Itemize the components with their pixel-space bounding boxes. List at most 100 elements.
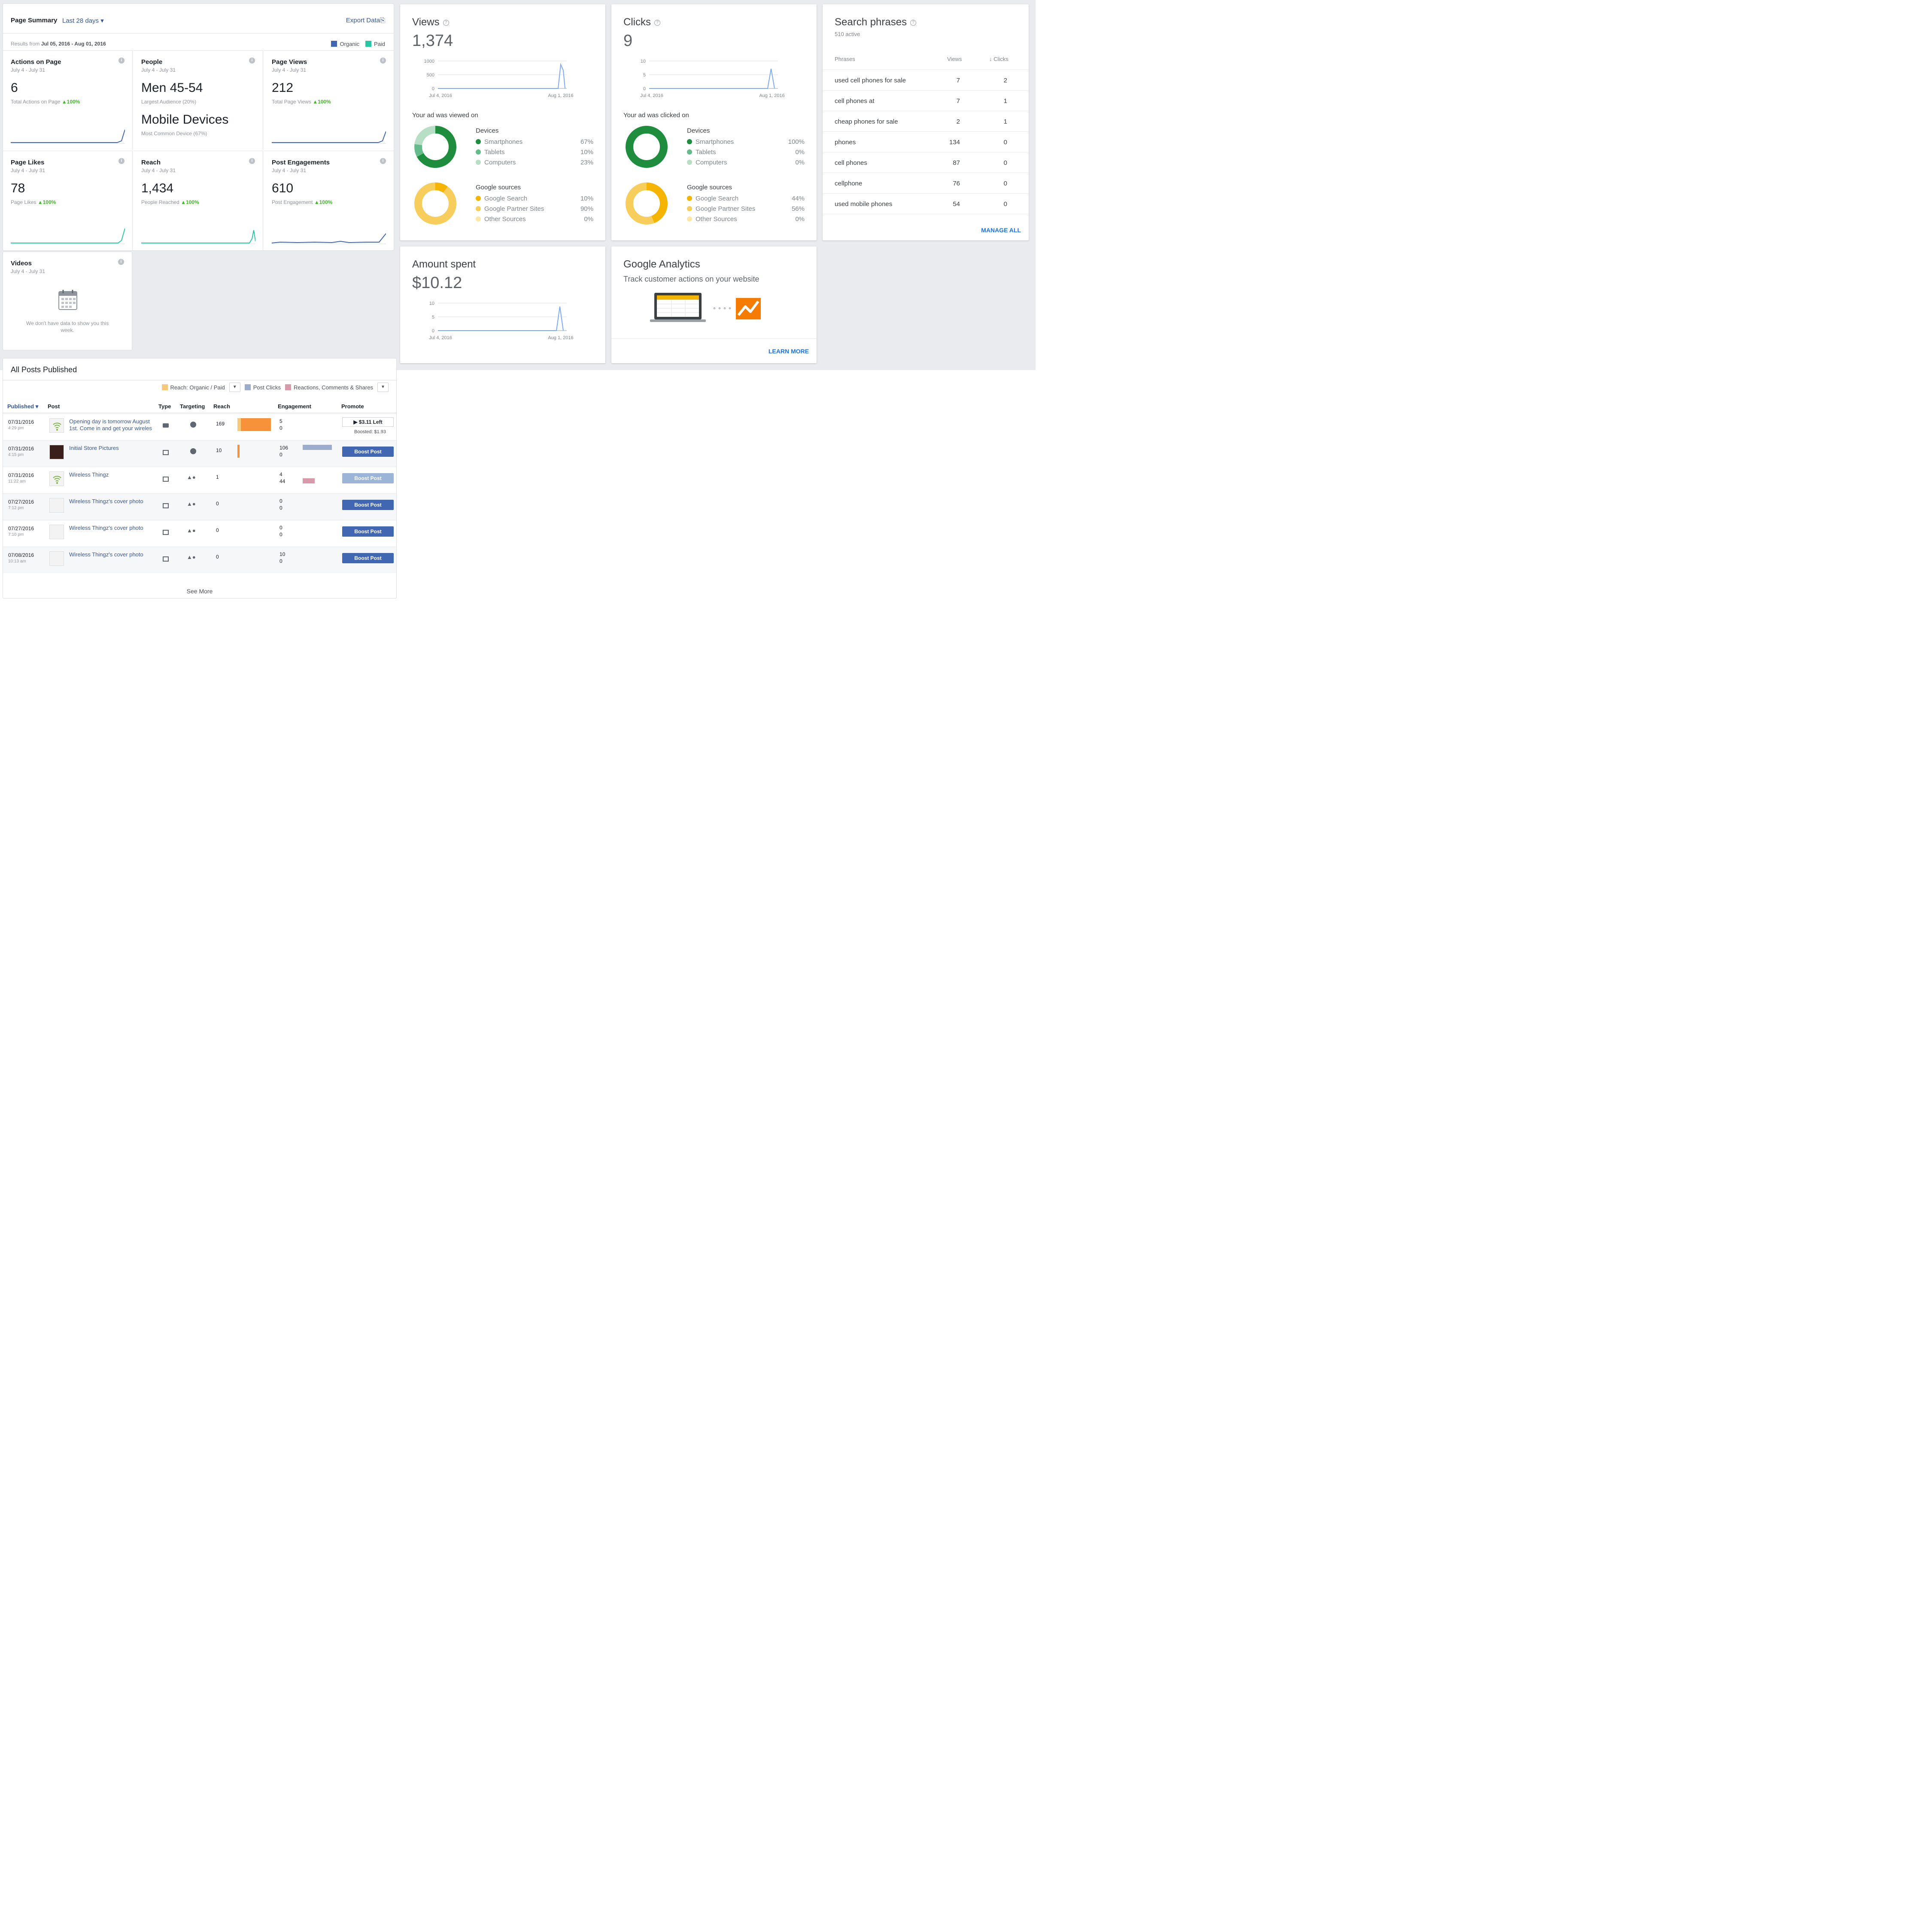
tile-page-likes[interactable]: Page Likes July 4 - July 31 i 78 Page Li…: [3, 151, 133, 250]
boost-post-button[interactable]: Boost Post: [342, 526, 394, 537]
info-icon[interactable]: i: [249, 58, 255, 64]
col-phrases: Phrases: [835, 56, 855, 62]
tile-videos[interactable]: Videos July 4 - July 31 i We don't have …: [3, 252, 132, 350]
legend-google-search: Google Search: [687, 195, 738, 202]
help-icon[interactable]: ?: [443, 20, 449, 26]
clicks-line-chart: 10 5 0 Jul 4, 2016 Aug 1, 2016: [640, 59, 785, 98]
see-more-link[interactable]: See More: [3, 588, 396, 595]
active-count: 510 active: [835, 31, 860, 37]
pct-smartphones: 100%: [788, 138, 805, 146]
legend-partner-sites: Google Partner Sites: [476, 205, 544, 213]
posts-title: All Posts Published: [11, 365, 77, 374]
boost-post-button[interactable]: Boost Post: [342, 553, 394, 563]
svg-text:0: 0: [432, 86, 434, 91]
info-icon[interactable]: i: [380, 58, 386, 64]
boost-post-button[interactable]: Boost Post: [342, 447, 394, 457]
help-icon[interactable]: ?: [654, 20, 660, 26]
calendar-icon: [58, 290, 77, 310]
col-clicks[interactable]: ↓ Clicks: [989, 56, 1009, 62]
post-date: 07/08/2016: [8, 552, 34, 558]
tile-value: 1,434: [141, 181, 174, 195]
post-thumbnail[interactable]: [49, 418, 64, 433]
table-row: cheap phones for sale 2 1: [823, 111, 1029, 131]
info-icon[interactable]: i: [249, 158, 255, 164]
post-link[interactable]: Initial Store Pictures: [69, 445, 159, 452]
post-thumbnail[interactable]: [49, 525, 64, 539]
search-phrases-card: Search phrases? 510 active Phrases Views…: [823, 4, 1029, 240]
svg-text:Aug 1, 2016: Aug 1, 2016: [548, 335, 573, 340]
reach-bar: [237, 445, 240, 458]
reach-value: 0: [216, 501, 219, 507]
album-type-icon: [163, 530, 169, 535]
tile-value: 212: [272, 81, 294, 95]
table-row: cell phones at 7 1: [823, 90, 1029, 111]
post-date: 07/31/2016: [8, 419, 34, 425]
legend-other-sources: Other Sources: [687, 216, 737, 223]
promote-remaining[interactable]: ▶ $3.11 Left: [342, 417, 394, 427]
clicks-title: Clicks?: [623, 16, 660, 28]
tile-title: People: [141, 58, 163, 66]
tile-subtitle: Largest Audience (20%): [141, 99, 197, 105]
info-icon[interactable]: i: [380, 158, 386, 164]
tile-date: July 4 - July 31: [141, 67, 176, 73]
info-icon[interactable]: i: [118, 259, 124, 265]
col-views[interactable]: Views: [947, 56, 962, 62]
legend-reach: Reach: Organic / Paid: [161, 384, 225, 391]
sparkline-chart: [272, 233, 386, 244]
reach-bar: [237, 418, 271, 431]
tile-value: 78: [11, 181, 25, 195]
views-devices-donut: [414, 126, 456, 168]
help-icon[interactable]: ?: [910, 20, 917, 26]
boost-post-button[interactable]: Boost Post: [342, 473, 394, 483]
pct-tablets: 0%: [795, 149, 805, 156]
tile-subtitle: Total Page Views ▲100%: [272, 99, 331, 105]
amount-line-chart: 10 5 0 Jul 4, 2016 Aug 1, 2016: [429, 301, 574, 340]
tile-title: Post Engagements: [272, 159, 330, 166]
tile-people[interactable]: People July 4 - July 31 i Men 45-54 Larg…: [134, 50, 263, 150]
post-link[interactable]: Opening day is tomorrow August 1st. Come…: [69, 418, 159, 432]
pct-smartphones: 67%: [580, 138, 593, 146]
analytics-title: Google Analytics: [623, 258, 700, 270]
tile-actions-on-page[interactable]: Actions on Page July 4 - July 31 i 6 Tot…: [3, 50, 133, 150]
tile-title: Videos: [11, 260, 32, 267]
clicks-total: 9: [623, 32, 633, 50]
tile-reach[interactable]: Reach July 4 - July 31 i 1,434 People Re…: [134, 151, 263, 250]
tile-date: July 4 - July 31: [11, 167, 46, 173]
info-icon[interactable]: i: [118, 58, 125, 64]
engagement-metric-dropdown[interactable]: ▼: [377, 383, 389, 392]
legend-google-search: Google Search: [476, 195, 527, 202]
export-data-link[interactable]: Export Data⎘: [346, 17, 385, 24]
pct-tablets: 10%: [580, 149, 593, 156]
info-icon[interactable]: i: [118, 158, 125, 164]
views-sources-donut: [414, 182, 456, 225]
svg-text:Aug 1, 2016: Aug 1, 2016: [759, 93, 784, 98]
learn-more-button[interactable]: LEARN MORE: [769, 348, 809, 355]
svg-text:Jul 4, 2016: Jul 4, 2016: [640, 93, 663, 98]
tile-page-views[interactable]: Page Views July 4 - July 31 i 212 Total …: [264, 50, 394, 150]
post-link[interactable]: Wireless Thingz: [69, 471, 159, 478]
legend-tablets: Tablets: [687, 149, 716, 156]
pct-computers: 23%: [580, 159, 593, 166]
clicks-card: Clicks? 9 10 5 0 Jul 4, 2016 Aug 1, 2016…: [611, 4, 817, 240]
legend-paid: Paid: [365, 41, 385, 47]
boost-post-button[interactable]: Boost Post: [342, 500, 394, 510]
reach-metric-dropdown[interactable]: ▼: [229, 383, 240, 392]
post-link[interactable]: Wireless Thingz's cover photo: [69, 551, 159, 558]
post-thumbnail[interactable]: [49, 551, 64, 566]
post-thumbnail[interactable]: [49, 498, 64, 513]
boosted-amount: Boosted: $1.93: [354, 429, 386, 434]
tile-title: Page Views: [272, 58, 307, 66]
reactions-bar: [303, 478, 315, 483]
manage-all-button[interactable]: MANAGE ALL: [981, 227, 1021, 234]
clicks-section-title: Your ad was clicked on: [623, 112, 689, 119]
post-thumbnail[interactable]: [49, 445, 64, 459]
post-link[interactable]: Wireless Thingz's cover photo: [69, 525, 159, 532]
tile-post-engagements[interactable]: Post Engagements July 4 - July 31 i 610 …: [264, 151, 394, 250]
post-link[interactable]: Wireless Thingz's cover photo: [69, 498, 159, 505]
views-line-chart: 1000 500 0 Jul 4, 2016 Aug 1, 2016: [424, 59, 574, 98]
engagement-clicks: 106: [279, 445, 289, 451]
sparkline-chart: [11, 129, 125, 144]
date-range-dropdown[interactable]: Last 28 days ▾: [62, 17, 104, 24]
post-thumbnail[interactable]: [49, 471, 64, 486]
table-row: cell phones 87 0: [823, 152, 1029, 173]
